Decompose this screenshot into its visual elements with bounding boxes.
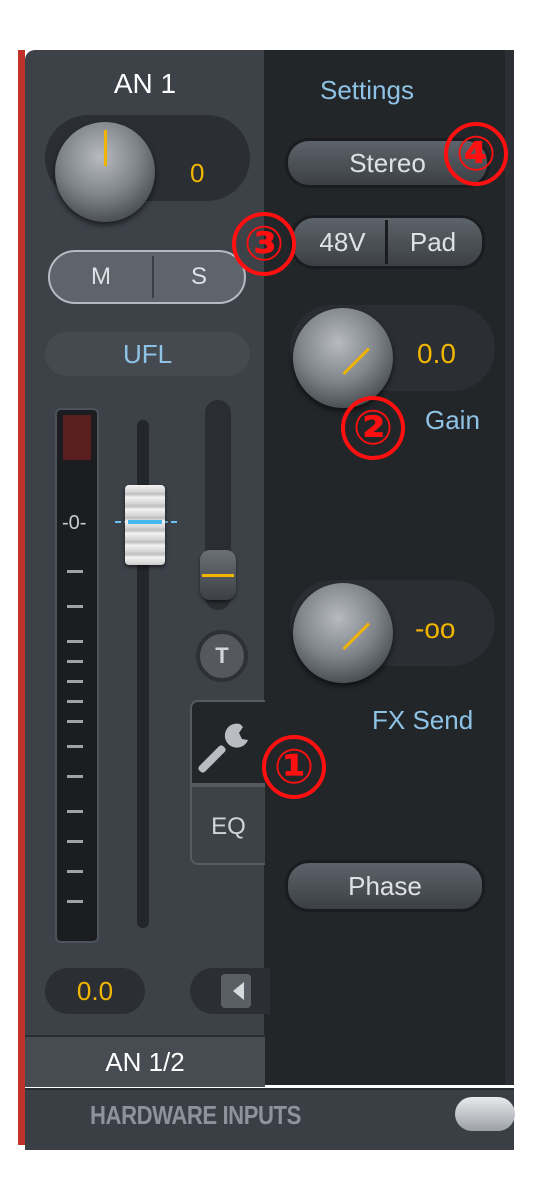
volume-fader-handle[interactable] [125, 485, 165, 565]
meter-tick [67, 680, 83, 683]
hardware-inputs-label: HARDWARE INPUTS [90, 1100, 301, 1130]
settings-panel [264, 50, 514, 1085]
fx-send-knob[interactable] [293, 583, 393, 683]
mute-button[interactable]: M [52, 252, 150, 302]
callout-1: ① [262, 735, 326, 799]
meter-tick [67, 605, 83, 608]
fx-send-label: FX Send [372, 705, 474, 735]
gain-knob[interactable] [293, 308, 393, 408]
pan-value: 0 [190, 158, 205, 188]
gain-label: Gain [425, 405, 480, 435]
routing-selector[interactable]: UFL [45, 332, 250, 376]
channel-color-marker [18, 50, 25, 1145]
eq-tab[interactable]: EQ [190, 785, 265, 865]
callout-2: ② [341, 396, 405, 460]
pad-button[interactable]: Pad [388, 215, 478, 269]
fader-position-mark [128, 520, 162, 524]
solo-button[interactable]: S [155, 252, 243, 302]
channel-name[interactable]: AN 1 [40, 68, 250, 100]
gain-value: 0.0 [417, 338, 456, 369]
volume-value[interactable]: 0.0 [45, 968, 145, 1014]
fx-send-value: -oo [415, 613, 456, 644]
meter-tick [67, 840, 83, 843]
settings-panel-edge [505, 50, 514, 1085]
callout-3: ③ [232, 212, 296, 276]
secondary-fader-mark [202, 574, 234, 577]
meter-tick [67, 775, 83, 778]
meter-peak-indicator [63, 415, 91, 460]
triangle-left-icon [233, 982, 244, 1000]
section-scroll-handle[interactable] [455, 1097, 515, 1131]
level-meter [55, 408, 99, 943]
meter-tick [67, 900, 83, 903]
phantom-power-button[interactable]: 48V [300, 215, 385, 269]
meter-tick [67, 660, 83, 663]
talkback-button[interactable]: T [196, 630, 248, 682]
settings-title: Settings [320, 75, 414, 105]
meter-tick [67, 700, 83, 703]
pan-knob-indicator [104, 130, 107, 166]
mute-solo-divider [152, 256, 154, 298]
phase-button[interactable]: Phase [285, 860, 485, 912]
meter-tick [67, 570, 83, 573]
meter-tick [67, 720, 83, 723]
meter-zero-label: -0- [62, 512, 87, 534]
callout-4: ④ [444, 122, 508, 186]
channel-footer-label: AN 1/2 [25, 1035, 265, 1087]
meter-tick [67, 640, 83, 643]
settings-tab[interactable] [190, 700, 265, 785]
pan-knob[interactable] [55, 122, 155, 222]
wrench-icon [198, 723, 248, 773]
meter-tick [67, 745, 83, 748]
gain-knob-indicator [342, 347, 371, 376]
meter-tick [67, 870, 83, 873]
meter-tick [67, 810, 83, 813]
fx-send-knob-indicator [342, 622, 371, 651]
